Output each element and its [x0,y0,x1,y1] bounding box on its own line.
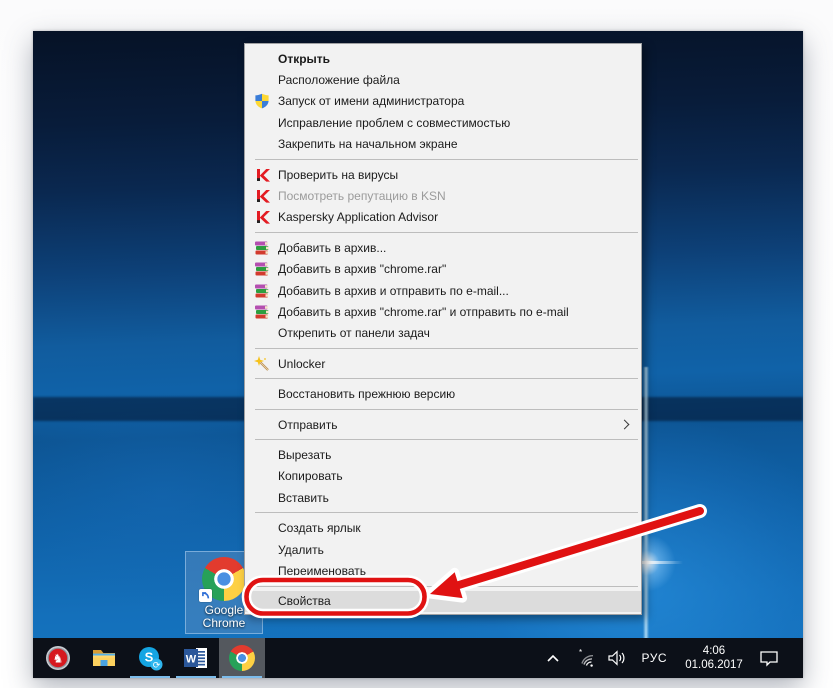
kaspersky-icon [254,188,278,204]
menu-item-label: Запуск от имени администратора [278,94,464,108]
taskbar-button-skype[interactable]: S ⟳ [127,638,173,678]
svg-text:W: W [186,654,197,666]
menu-item-label: Переименовать [278,564,366,578]
menu-item-scan-for-viruses[interactable]: Проверить на вирусы [245,164,641,185]
menu-item-label: Добавить в архив и отправить по e-mail..… [278,284,509,298]
menu-item-delete[interactable]: Удалить [245,539,641,560]
menu-item-unlocker[interactable]: Unlocker [245,353,641,374]
word-icon: W [183,645,209,671]
menu-item-label: Добавить в архив... [278,241,386,255]
menu-item-label: Добавить в архив "chrome.rar" и отправит… [278,305,569,319]
menu-separator [255,378,638,379]
red-circle-app-icon: ♞ [45,645,71,671]
menu-item-ksn-reputation[interactable]: Посмотреть репутацию в KSN [245,185,641,206]
menu-item-label: Создать ярлык [278,521,361,535]
menu-item-properties[interactable]: Свойства [245,591,641,612]
system-tray: * РУС [541,638,803,678]
menu-item-paste[interactable]: Вставить [245,487,641,508]
menu-item-add-to-archive[interactable]: Добавить в архив... [245,237,641,258]
menu-item-label: Посмотреть репутацию в KSN [278,189,446,203]
menu-item-label: Расположение файла [278,73,400,87]
menu-item-compatibility-troubleshoot[interactable]: Исправление проблем с совместимостью [245,112,641,133]
menu-item-label: Добавить в архив "chrome.rar" [278,262,446,276]
menu-item-kaspersky-app-advisor[interactable]: Kaspersky Application Advisor [245,207,641,228]
menu-item-send-to[interactable]: Отправить [245,414,641,435]
menu-item-add-to-archive-email[interactable]: Добавить в архив и отправить по e-mail..… [245,280,641,301]
volume-icon[interactable] [605,644,629,672]
menu-item-label: Удалить [278,543,324,557]
menu-item-cut[interactable]: Вырезать [245,444,641,465]
menu-item-pin-to-start[interactable]: Закрепить на начальном экране [245,134,641,155]
kaspersky-icon [254,167,278,183]
menu-item-label: Исправление проблем с совместимостью [278,116,510,130]
menu-separator [255,512,638,513]
menu-item-rename[interactable]: Переименовать [245,560,641,581]
clock[interactable]: 4:06 01.06.2017 [679,644,749,672]
menu-item-label: Закрепить на начальном экране [278,137,458,151]
wifi-icon[interactable]: * [573,644,597,672]
skype-updating-icon: S ⟳ [137,645,164,672]
menu-item-add-to-archive-named[interactable]: Добавить в архив "chrome.rar" [245,259,641,280]
taskbar-apps: ♞ S [33,638,265,678]
menu-item-restore-previous-version[interactable]: Восстановить прежнюю версию [245,383,641,404]
menu-separator [255,159,638,160]
svg-text:*: * [579,649,582,657]
menu-item-label: Проверить на вирусы [278,168,398,182]
menu-item-unpin-from-taskbar[interactable]: Открепить от панели задач [245,323,641,344]
file-explorer-icon [91,645,117,671]
menu-item-label: Восстановить прежнюю версию [278,387,455,401]
action-center-icon[interactable] [757,644,781,672]
winrar-icon [254,240,278,256]
menu-separator [255,348,638,349]
menu-separator [255,409,638,410]
winrar-icon [254,304,278,320]
winrar-icon [254,261,278,277]
chrome-icon [229,645,255,671]
menu-separator [255,586,638,587]
menu-item-copy[interactable]: Копировать [245,466,641,487]
language-indicator[interactable]: РУС [637,651,671,665]
menu-item-label: Вырезать [278,448,331,462]
menu-item-add-to-archive-named-email[interactable]: Добавить в архив "chrome.rar" и отправит… [245,301,641,322]
page-background: Google Chrome ♞ [0,0,833,688]
context-menu: Открыть Расположение файла Запуск от име… [244,43,642,615]
menu-item-open[interactable]: Открыть [245,48,641,69]
menu-item-file-location[interactable]: Расположение файла [245,69,641,90]
running-indicator [176,676,216,678]
menu-separator [255,439,638,440]
svg-text:⟳: ⟳ [152,660,160,670]
winrar-icon [254,283,278,299]
submenu-arrow-icon [620,419,630,429]
menu-item-label: Свойства [278,594,331,608]
uac-shield-icon [254,93,278,109]
menu-item-label: Вставить [278,491,329,505]
menu-item-label: Unlocker [278,357,325,371]
desktop[interactable]: Google Chrome ♞ [33,31,803,678]
menu-item-label: Отправить [278,418,338,432]
taskbar-button-file-explorer[interactable] [81,638,127,678]
menu-item-create-shortcut[interactable]: Создать ярлык [245,517,641,538]
menu-separator [255,232,638,233]
menu-item-label: Открепить от панели задач [278,326,430,340]
clock-date: 01.06.2017 [683,658,745,672]
taskbar-button-red-circle-app[interactable]: ♞ [35,638,81,678]
running-indicator [222,676,262,678]
taskbar: ♞ S [33,638,803,678]
clock-time: 4:06 [683,644,745,658]
tray-expand-icon[interactable] [541,644,565,672]
running-indicator [130,676,170,678]
taskbar-button-chrome[interactable] [219,638,265,678]
taskbar-button-word[interactable]: W [173,638,219,678]
shortcut-arrow-icon [199,589,212,602]
kaspersky-icon [254,209,278,225]
unlocker-wand-icon [254,356,278,372]
menu-item-label: Открыть [278,52,330,66]
svg-text:♞: ♞ [53,652,64,666]
menu-item-label: Копировать [278,469,343,483]
menu-item-label: Kaspersky Application Advisor [278,210,438,224]
menu-item-run-as-admin[interactable]: Запуск от имени администратора [245,91,641,112]
